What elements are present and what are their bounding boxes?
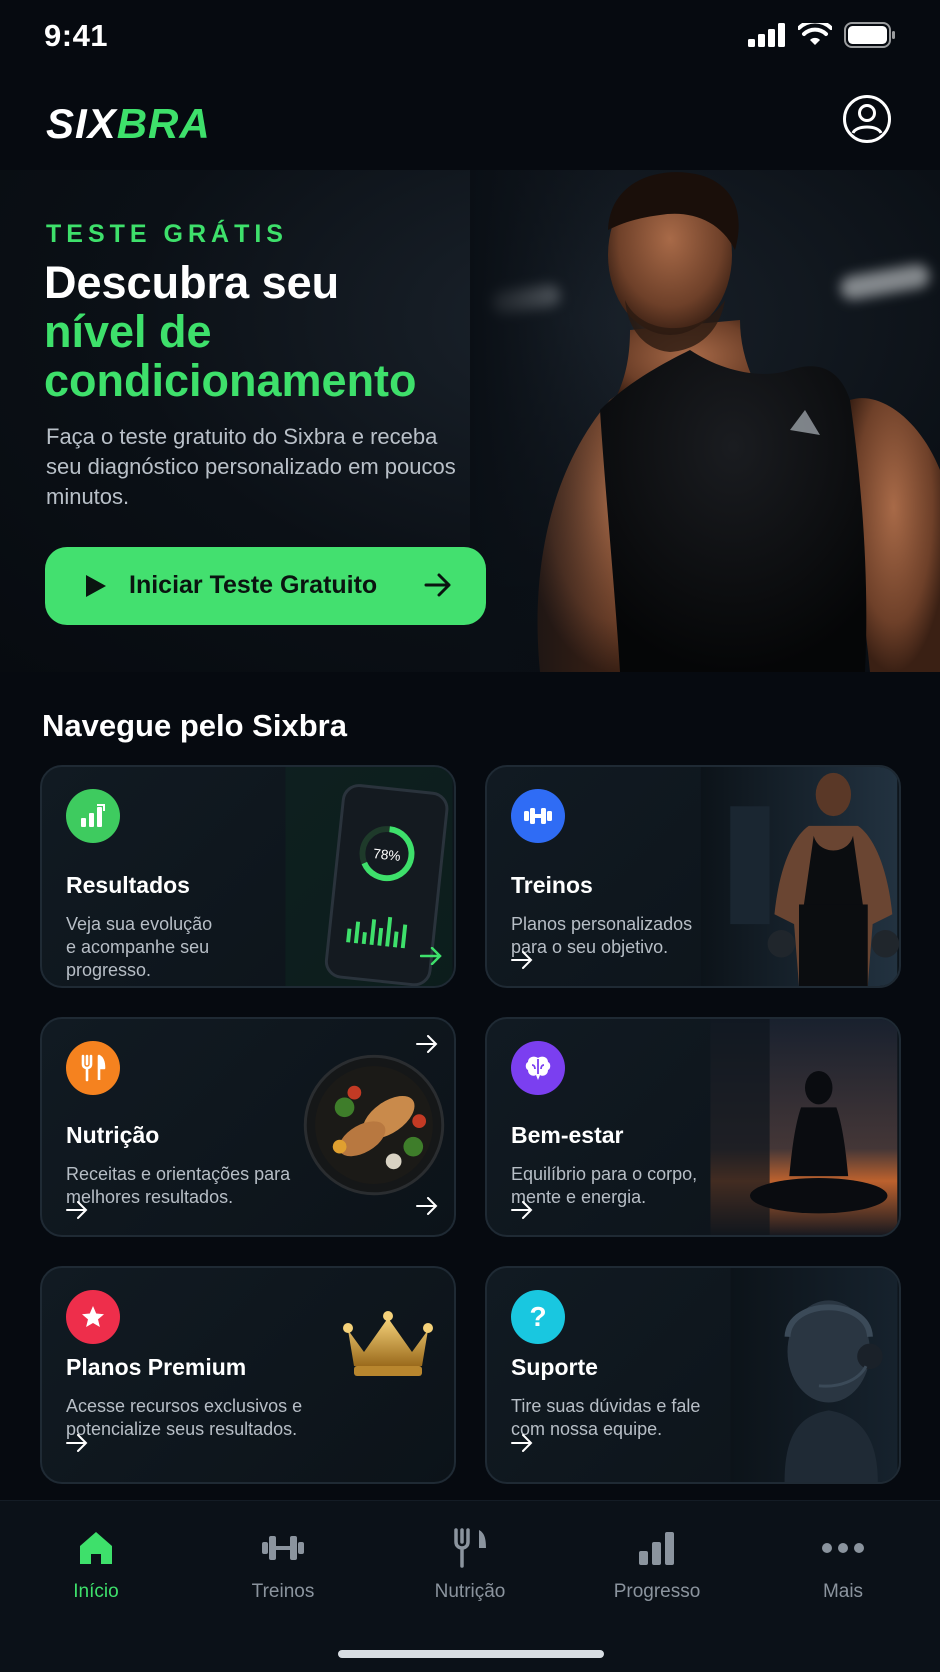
section-title: Navegue pelo Sixbra <box>42 708 347 743</box>
fork-knife-icon <box>454 1528 486 1568</box>
battery-icon <box>844 22 895 48</box>
fork-knife-icon <box>66 1041 120 1095</box>
hero-title-line3: condicionamento <box>44 355 417 406</box>
brain-icon <box>511 1041 565 1095</box>
hero-banner: TESTE GRÁTIS Descubra seu nível de condi… <box>0 170 940 672</box>
card-description: Veja sua evolução e acompanhe seu progre… <box>66 914 213 980</box>
arrow-right-icon <box>424 573 451 597</box>
card-title: Suporte <box>511 1354 598 1380</box>
wifi-icon <box>798 23 832 45</box>
status-icons <box>748 22 896 48</box>
card-title: Bem-estar <box>511 1122 624 1148</box>
card-title: Treinos <box>511 872 593 898</box>
arrow-right-icon <box>511 1201 533 1219</box>
logo-part2: BRA <box>116 100 211 147</box>
status-bar: 9:41 <box>0 0 940 70</box>
star-icon <box>66 1290 120 1344</box>
home-indicator <box>338 1650 604 1658</box>
hero-fade <box>470 170 620 672</box>
hero-title-line1: Descubra seu <box>44 257 340 308</box>
gym-athlete-image <box>700 767 899 986</box>
phone-progress-text: 78% <box>372 846 401 864</box>
nav-item-inicio[interactable]: Início <box>26 1523 166 1603</box>
profile-button[interactable] <box>842 94 892 144</box>
crown-image <box>343 1311 433 1376</box>
card-resultados[interactable]: 78% Resultados Veja sua evolução e acomp… <box>40 765 456 988</box>
bar-chart-icon <box>66 789 120 843</box>
status-time: 9:41 <box>44 18 109 53</box>
nav-item-mais[interactable]: Mais <box>773 1523 913 1603</box>
card-title: Resultados <box>66 872 190 898</box>
card-title: Planos Premium <box>66 1354 247 1380</box>
card-nutricao[interactable]: Nutrição Receitas e orientações para mel… <box>40 1017 456 1237</box>
nav-item-progresso[interactable]: Progresso <box>587 1523 727 1603</box>
meditation-image <box>710 1019 898 1235</box>
card-treinos[interactable]: Treinos Planos personalizados para o seu… <box>485 765 901 988</box>
arrow-right-icon <box>420 947 442 965</box>
hero-eyebrow: TESTE GRÁTIS <box>46 220 288 248</box>
nav-label: Treinos <box>251 1581 315 1602</box>
arrow-right-icon <box>66 1201 88 1219</box>
signal-icon <box>748 23 785 47</box>
start-free-test-button[interactable]: Iniciar Teste Gratuito <box>45 547 486 625</box>
card-description: Tire suas dúvidas e fale com nossa equip… <box>511 1396 701 1439</box>
card-title: Nutrição <box>66 1122 160 1148</box>
card-description: Equilíbrio para o corpo, mente e energia… <box>511 1164 698 1207</box>
card-suporte[interactable]: ? Suporte Tire suas dúvidas e fale com n… <box>485 1266 901 1484</box>
arrow-right-icon <box>511 1434 533 1452</box>
hero-title: Descubra seu nível de condicionamento <box>44 258 514 405</box>
nav-label: Nutrição <box>434 1581 506 1602</box>
nav-label: Mais <box>822 1581 864 1602</box>
card-bem-estar[interactable]: Bem-estar Equilíbrio para o corpo, mente… <box>485 1017 901 1237</box>
bottom-nav: Início Treinos Nutrição Progresso Mais <box>0 1500 940 1672</box>
bar-chart-icon <box>639 1532 674 1565</box>
dumbbell-icon <box>262 1536 304 1560</box>
question-icon: ? <box>511 1290 565 1344</box>
more-icon <box>822 1543 864 1553</box>
user-icon <box>843 95 891 143</box>
nav-label: Progresso <box>613 1581 701 1602</box>
app-header: SIXBRA <box>0 70 940 170</box>
play-icon <box>86 575 106 597</box>
support-agent-image <box>730 1268 898 1482</box>
nav-item-nutricao[interactable]: Nutrição <box>400 1523 540 1603</box>
arrow-right-icon <box>511 951 533 969</box>
card-planos-premium[interactable]: Planos Premium Acesse recursos exclusivo… <box>40 1266 456 1484</box>
arrow-right-icon <box>416 1035 438 1053</box>
sixbra-logo[interactable]: SIXBRA <box>46 100 211 148</box>
arrow-right-icon <box>416 1197 438 1215</box>
nav-label: Início <box>73 1581 119 1602</box>
arrow-right-icon <box>66 1434 88 1452</box>
card-description: Planos personalizados para o seu objetiv… <box>511 914 693 957</box>
card-description: Receitas e orientações para melhores res… <box>66 1164 291 1207</box>
home-icon <box>80 1532 112 1564</box>
cta-label: Iniciar Teste Gratuito <box>129 571 378 599</box>
card-description: Acesse recursos exclusivos e potencializ… <box>66 1396 303 1439</box>
dumbbell-icon <box>511 789 565 843</box>
logo-part1: SIX <box>46 100 117 147</box>
nav-item-treinos[interactable]: Treinos <box>213 1523 353 1603</box>
hero-title-line2: nível de <box>44 306 212 357</box>
hero-description: Faça o teste gratuito do Sixbra e receba… <box>46 424 456 509</box>
